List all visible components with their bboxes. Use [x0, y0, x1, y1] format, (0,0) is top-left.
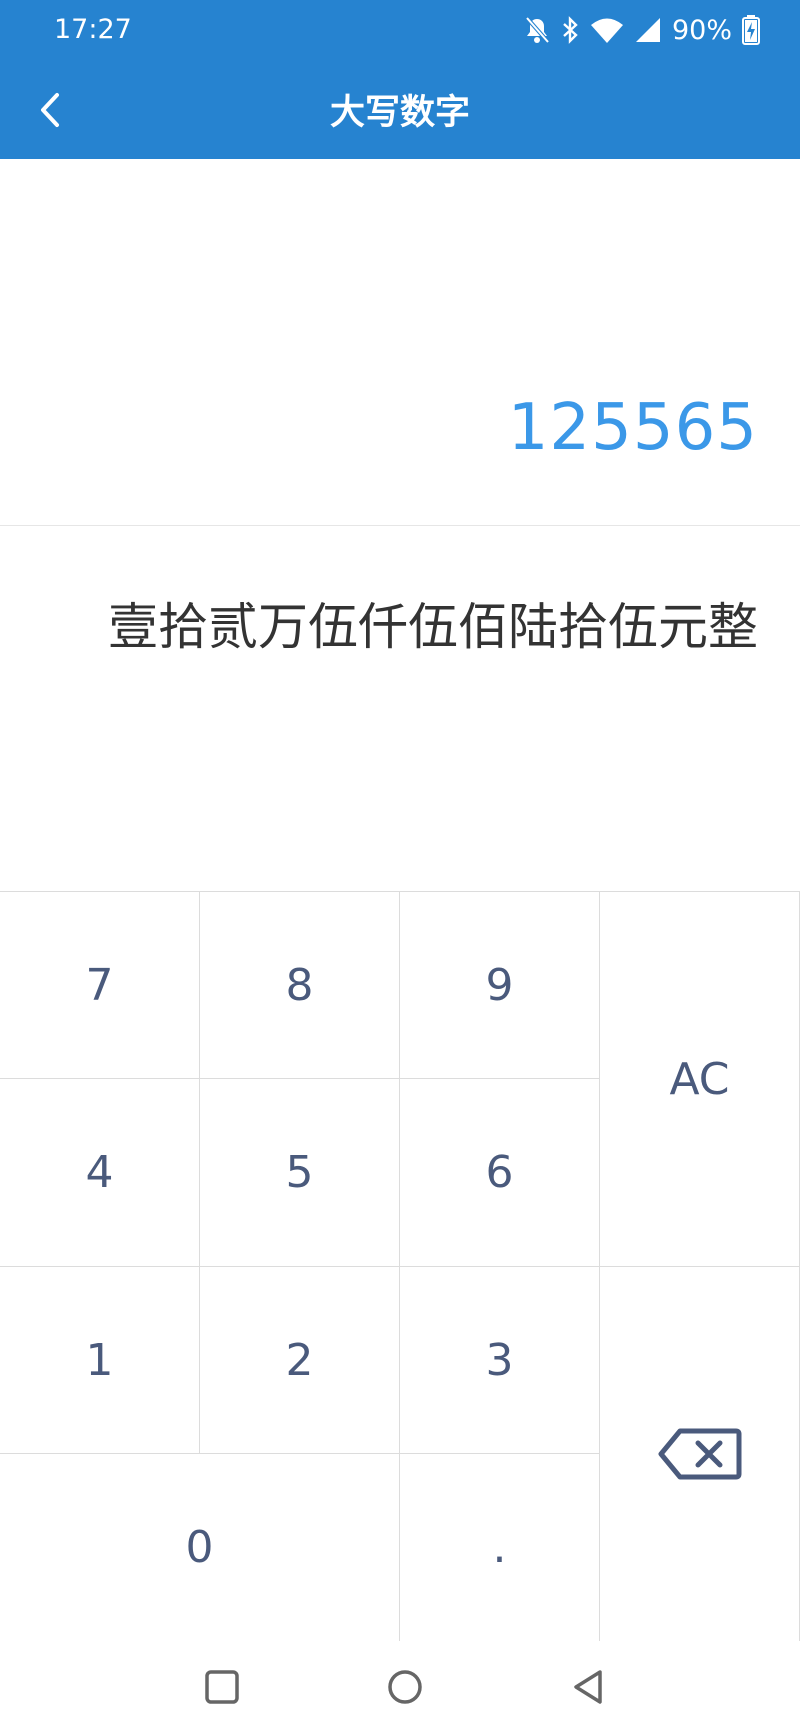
- key-8[interactable]: 8: [200, 892, 400, 1079]
- key-1[interactable]: 1: [0, 1267, 200, 1454]
- number-display: 125565: [0, 159, 800, 526]
- chinese-uppercase-result: 壹拾贰万伍仟伍佰陆拾伍元整: [108, 598, 758, 656]
- status-icons: 90%: [524, 13, 760, 47]
- wifi-icon: [590, 18, 623, 43]
- battery-percent: 90%: [671, 14, 732, 46]
- key-dot[interactable]: .: [400, 1454, 600, 1642]
- recent-apps-button[interactable]: [200, 1665, 244, 1709]
- app-bar: 17:27 90% 大写数字: [0, 0, 800, 159]
- page-title: 大写数字: [329, 93, 470, 133]
- battery-charging-icon: [742, 15, 760, 45]
- key-2[interactable]: 2: [200, 1267, 400, 1454]
- clear-button[interactable]: AC: [600, 892, 800, 1267]
- key-3[interactable]: 3: [400, 1267, 600, 1454]
- muted-bell-icon: [525, 16, 550, 44]
- home-button[interactable]: [383, 1665, 427, 1709]
- status-time: 17:27: [54, 14, 132, 45]
- backspace-button[interactable]: [600, 1267, 800, 1642]
- key-0[interactable]: 0: [0, 1454, 400, 1642]
- key-6[interactable]: 6: [400, 1079, 600, 1267]
- key-4[interactable]: 4: [0, 1079, 200, 1267]
- keypad: 7 8 9 AC 4 5 6 1 2 3 0 .: [0, 891, 800, 1642]
- key-9[interactable]: 9: [400, 892, 600, 1079]
- status-bar: 17:27 90%: [0, 0, 800, 60]
- back-nav-button[interactable]: [566, 1665, 610, 1709]
- system-nav-bar: [0, 1641, 800, 1734]
- bluetooth-icon: [563, 16, 578, 44]
- backspace-icon: [658, 1428, 741, 1480]
- signal-icon: [635, 18, 660, 42]
- input-number: 125565: [507, 391, 758, 465]
- key-5[interactable]: 5: [200, 1079, 400, 1267]
- key-7[interactable]: 7: [0, 892, 200, 1079]
